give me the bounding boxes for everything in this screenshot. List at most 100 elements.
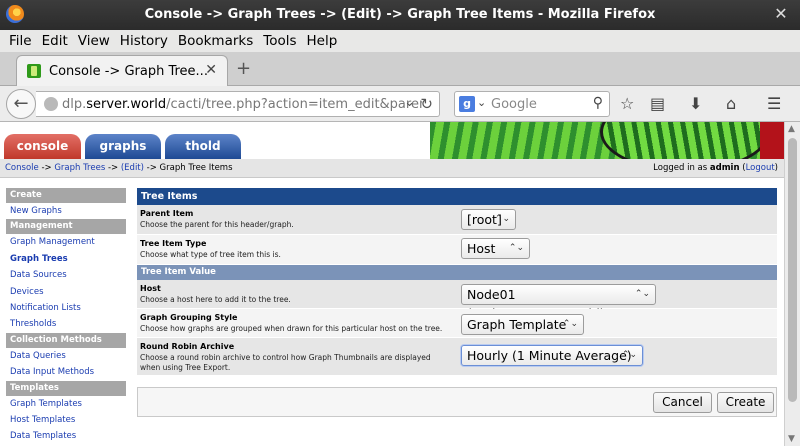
login-prefix: Logged in as bbox=[653, 163, 710, 173]
tab-close-icon[interactable]: ✕ bbox=[205, 62, 217, 78]
search-binoculars-icon[interactable]: ⚲ bbox=[593, 95, 603, 111]
login-status: Logged in as admin (Logout) bbox=[653, 163, 778, 173]
nav-notification-lists[interactable]: Notification Lists bbox=[6, 300, 126, 316]
nav-data-templates[interactable]: Data Templates bbox=[6, 428, 126, 444]
rra-desc-2: when using Tree Export. bbox=[140, 363, 231, 372]
browser-tab[interactable]: Console -> Graph Tree... ✕ bbox=[16, 55, 228, 86]
search-engine-dropdown-icon[interactable]: ⌄ bbox=[477, 96, 486, 109]
row-parent-item: Parent Item Choose the parent for this h… bbox=[137, 205, 777, 235]
breadcrumb: Console -> Graph Trees -> (Edit) -> Grap… bbox=[0, 159, 784, 178]
tab-thold[interactable]: thold bbox=[165, 134, 241, 159]
tab-graphs[interactable]: graphs bbox=[85, 134, 161, 159]
web-page: console graphs thold Console -> Graph Tr… bbox=[0, 122, 784, 446]
nav-data-input-methods[interactable]: Data Input Methods bbox=[6, 364, 126, 380]
breadcrumb-console[interactable]: Console bbox=[5, 163, 39, 173]
menu-file[interactable]: File bbox=[9, 33, 32, 49]
nav-host-templates[interactable]: Host Templates bbox=[6, 412, 126, 428]
logout-link[interactable]: Logout bbox=[746, 163, 775, 173]
search-placeholder: Google bbox=[491, 97, 537, 112]
menu-help[interactable]: Help bbox=[307, 33, 338, 49]
tree-item-type-select[interactable]: Host ⌃⌄ bbox=[461, 238, 530, 259]
cacti-favicon-icon bbox=[27, 64, 41, 78]
tab-label: Console -> Graph Tree... bbox=[49, 64, 208, 79]
menu-view[interactable]: View bbox=[78, 33, 110, 49]
nav-header-create: Create bbox=[6, 188, 126, 203]
cancel-button[interactable]: Cancel bbox=[653, 392, 712, 413]
left-navigation: Create New Graphs Management Graph Manag… bbox=[6, 188, 126, 445]
reading-list-icon[interactable]: ▤ bbox=[650, 94, 665, 113]
new-tab-icon[interactable]: + bbox=[236, 58, 251, 79]
scrollbar-thumb[interactable] bbox=[788, 138, 797, 402]
select-arrows-icon: ⌃⌄ bbox=[562, 319, 578, 329]
parent-item-title: Parent Item bbox=[140, 209, 194, 218]
download-icon[interactable]: ⬇ bbox=[689, 94, 702, 113]
grouping-select[interactable]: Graph Template ⌃⌄ bbox=[461, 314, 584, 335]
menu-hamburger-icon[interactable]: ☰ bbox=[767, 94, 781, 113]
row-tree-item-type: Tree Item Type Choose what type of tree … bbox=[137, 235, 777, 265]
host-desc: Choose a host here to add it to the tree… bbox=[140, 295, 291, 304]
bookmark-star-icon[interactable]: ☆ bbox=[620, 94, 634, 113]
select-arrows-icon: ⌃⌄ bbox=[494, 214, 510, 224]
nav-header-management: Management bbox=[6, 219, 126, 235]
grouping-desc: Choose how graphs are grouped when drawn… bbox=[140, 324, 443, 333]
select-arrows-icon: ⌃⌄ bbox=[634, 289, 650, 299]
menu-bookmarks[interactable]: Bookmarks bbox=[178, 33, 253, 49]
nav-header-collection-methods: Collection Methods bbox=[6, 332, 126, 348]
form-actions: Cancel Create bbox=[137, 387, 777, 417]
nav-thresholds[interactable]: Thresholds bbox=[6, 316, 126, 332]
select-arrows-icon: ⌃⌄ bbox=[621, 350, 637, 360]
host-title: Host bbox=[140, 284, 161, 293]
scroll-down-icon[interactable]: ▼ bbox=[788, 434, 795, 444]
nav-data-queries[interactable]: Data Queries bbox=[6, 348, 126, 364]
rra-value: Hourly (1 Minute Average) bbox=[467, 348, 632, 363]
url-prefix: dlp. bbox=[62, 97, 87, 112]
nav-data-sources[interactable]: Data Sources bbox=[6, 267, 126, 283]
rra-title: Round Robin Archive bbox=[140, 342, 235, 351]
url-text[interactable]: dlp.server.world/cacti/tree.php?action=i… bbox=[62, 97, 422, 112]
login-user: admin bbox=[709, 163, 740, 173]
select-arrows-icon: ⌃⌄ bbox=[508, 243, 524, 253]
parent-item-desc: Choose the parent for this header/graph. bbox=[140, 220, 294, 229]
back-button[interactable]: ← bbox=[6, 89, 36, 119]
nav-graph-management[interactable]: Graph Management bbox=[6, 234, 126, 250]
grouping-title: Graph Grouping Style bbox=[140, 313, 238, 322]
cacti-tabs: console graphs thold bbox=[4, 134, 245, 159]
google-engine-icon[interactable]: g bbox=[459, 96, 475, 112]
reload-icon[interactable]: ↻ bbox=[420, 95, 433, 113]
rra-select[interactable]: Hourly (1 Minute Average) ⌃⌄ bbox=[461, 345, 643, 366]
nav-graph-trees[interactable]: Graph Trees bbox=[6, 251, 126, 267]
nav-new-graphs[interactable]: New Graphs bbox=[6, 203, 126, 219]
parent-item-select[interactable]: [root] ⌃⌄ bbox=[461, 209, 516, 230]
menu-tools[interactable]: Tools bbox=[263, 33, 296, 49]
nav-header-templates: Templates bbox=[6, 380, 126, 396]
create-button[interactable]: Create bbox=[717, 392, 774, 413]
url-history-dropdown-icon[interactable]: ⌄ bbox=[404, 95, 415, 110]
url-domain: server.world bbox=[86, 97, 167, 112]
banner-red-accent bbox=[760, 122, 784, 159]
breadcrumb-sep: -> bbox=[105, 163, 121, 173]
nav-graph-templates[interactable]: Graph Templates bbox=[6, 396, 126, 412]
rra-desc-1: Choose a round robin archive to control … bbox=[140, 353, 431, 362]
breadcrumb-edit[interactable]: (Edit) bbox=[121, 163, 144, 173]
breadcrumb-sep: -> bbox=[143, 163, 160, 173]
search-bar[interactable]: g ⌄ Google ⚲ bbox=[454, 91, 610, 117]
breadcrumb-graph-trees[interactable]: Graph Trees bbox=[54, 163, 105, 173]
grouping-value: Graph Template bbox=[467, 317, 567, 332]
page-scrollbar[interactable]: ▲ ▼ bbox=[784, 122, 800, 446]
menu-edit[interactable]: Edit bbox=[42, 33, 68, 49]
section-tree-item-value: Tree Item Value bbox=[137, 265, 777, 280]
row-host: Host Choose a host here to add it to the… bbox=[137, 280, 777, 321]
home-icon[interactable]: ⌂ bbox=[726, 94, 736, 113]
host-select[interactable]: Node01 (node01.server.world)⌃⌄ bbox=[461, 284, 656, 321]
tab-strip: Console -> Graph Tree... ✕ + bbox=[0, 52, 800, 86]
window-close-icon[interactable]: ✕ bbox=[772, 5, 790, 23]
tree-item-type-value: Host bbox=[467, 241, 496, 256]
breadcrumb-current: Graph Tree Items bbox=[159, 163, 233, 173]
menu-history[interactable]: History bbox=[120, 33, 168, 49]
scroll-up-icon[interactable]: ▲ bbox=[788, 124, 795, 134]
nav-devices[interactable]: Devices bbox=[6, 284, 126, 300]
globe-icon bbox=[44, 97, 58, 111]
tab-console[interactable]: console bbox=[4, 134, 81, 159]
url-bar[interactable]: dlp.server.world/cacti/tree.php?action=i… bbox=[36, 91, 440, 117]
cacti-banner: console graphs thold bbox=[0, 122, 784, 172]
